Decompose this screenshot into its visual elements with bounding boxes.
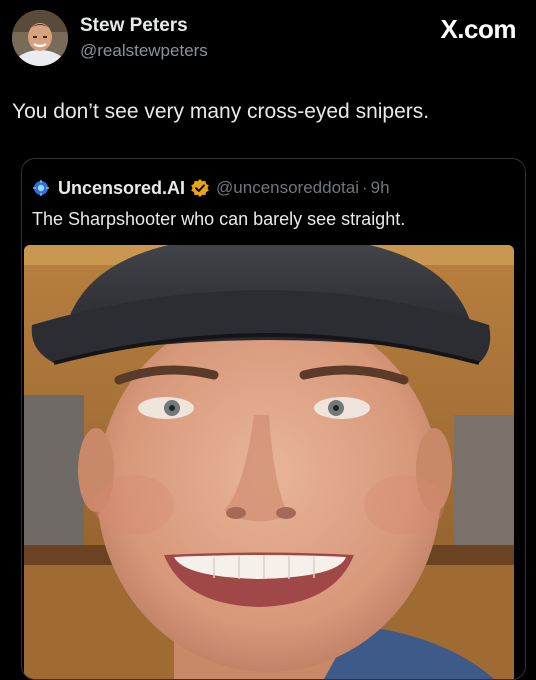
author-avatar[interactable] bbox=[12, 10, 68, 66]
uncensored-ai-logo-icon bbox=[33, 180, 49, 196]
quote-author-name[interactable]: Uncensored.AI bbox=[58, 178, 185, 199]
quoted-post-card[interactable]: Uncensored.AI @uncensoreddotai · 9h The … bbox=[21, 158, 526, 680]
post-text: You don’t see very many cross-eyed snipe… bbox=[12, 100, 430, 123]
xcom-watermark: X.com bbox=[440, 14, 516, 44]
avatar-photo bbox=[12, 10, 68, 66]
verified-badge-icon bbox=[191, 179, 209, 197]
separator-dot: · bbox=[362, 178, 368, 197]
quote-media-photo[interactable] bbox=[24, 245, 514, 679]
man-in-cap-photo bbox=[24, 245, 514, 679]
quote-timestamp[interactable]: 9h bbox=[371, 178, 390, 198]
quote-author-handle[interactable]: @uncensoreddotai bbox=[216, 178, 359, 198]
author-handle[interactable]: @realstewpeters bbox=[80, 41, 208, 61]
quote-text: The Sharpshooter who can barely see stra… bbox=[32, 209, 406, 229]
author-name[interactable]: Stew Peters bbox=[80, 15, 188, 37]
quote-header: Uncensored.AI @uncensoreddotai · 9h bbox=[32, 177, 390, 199]
